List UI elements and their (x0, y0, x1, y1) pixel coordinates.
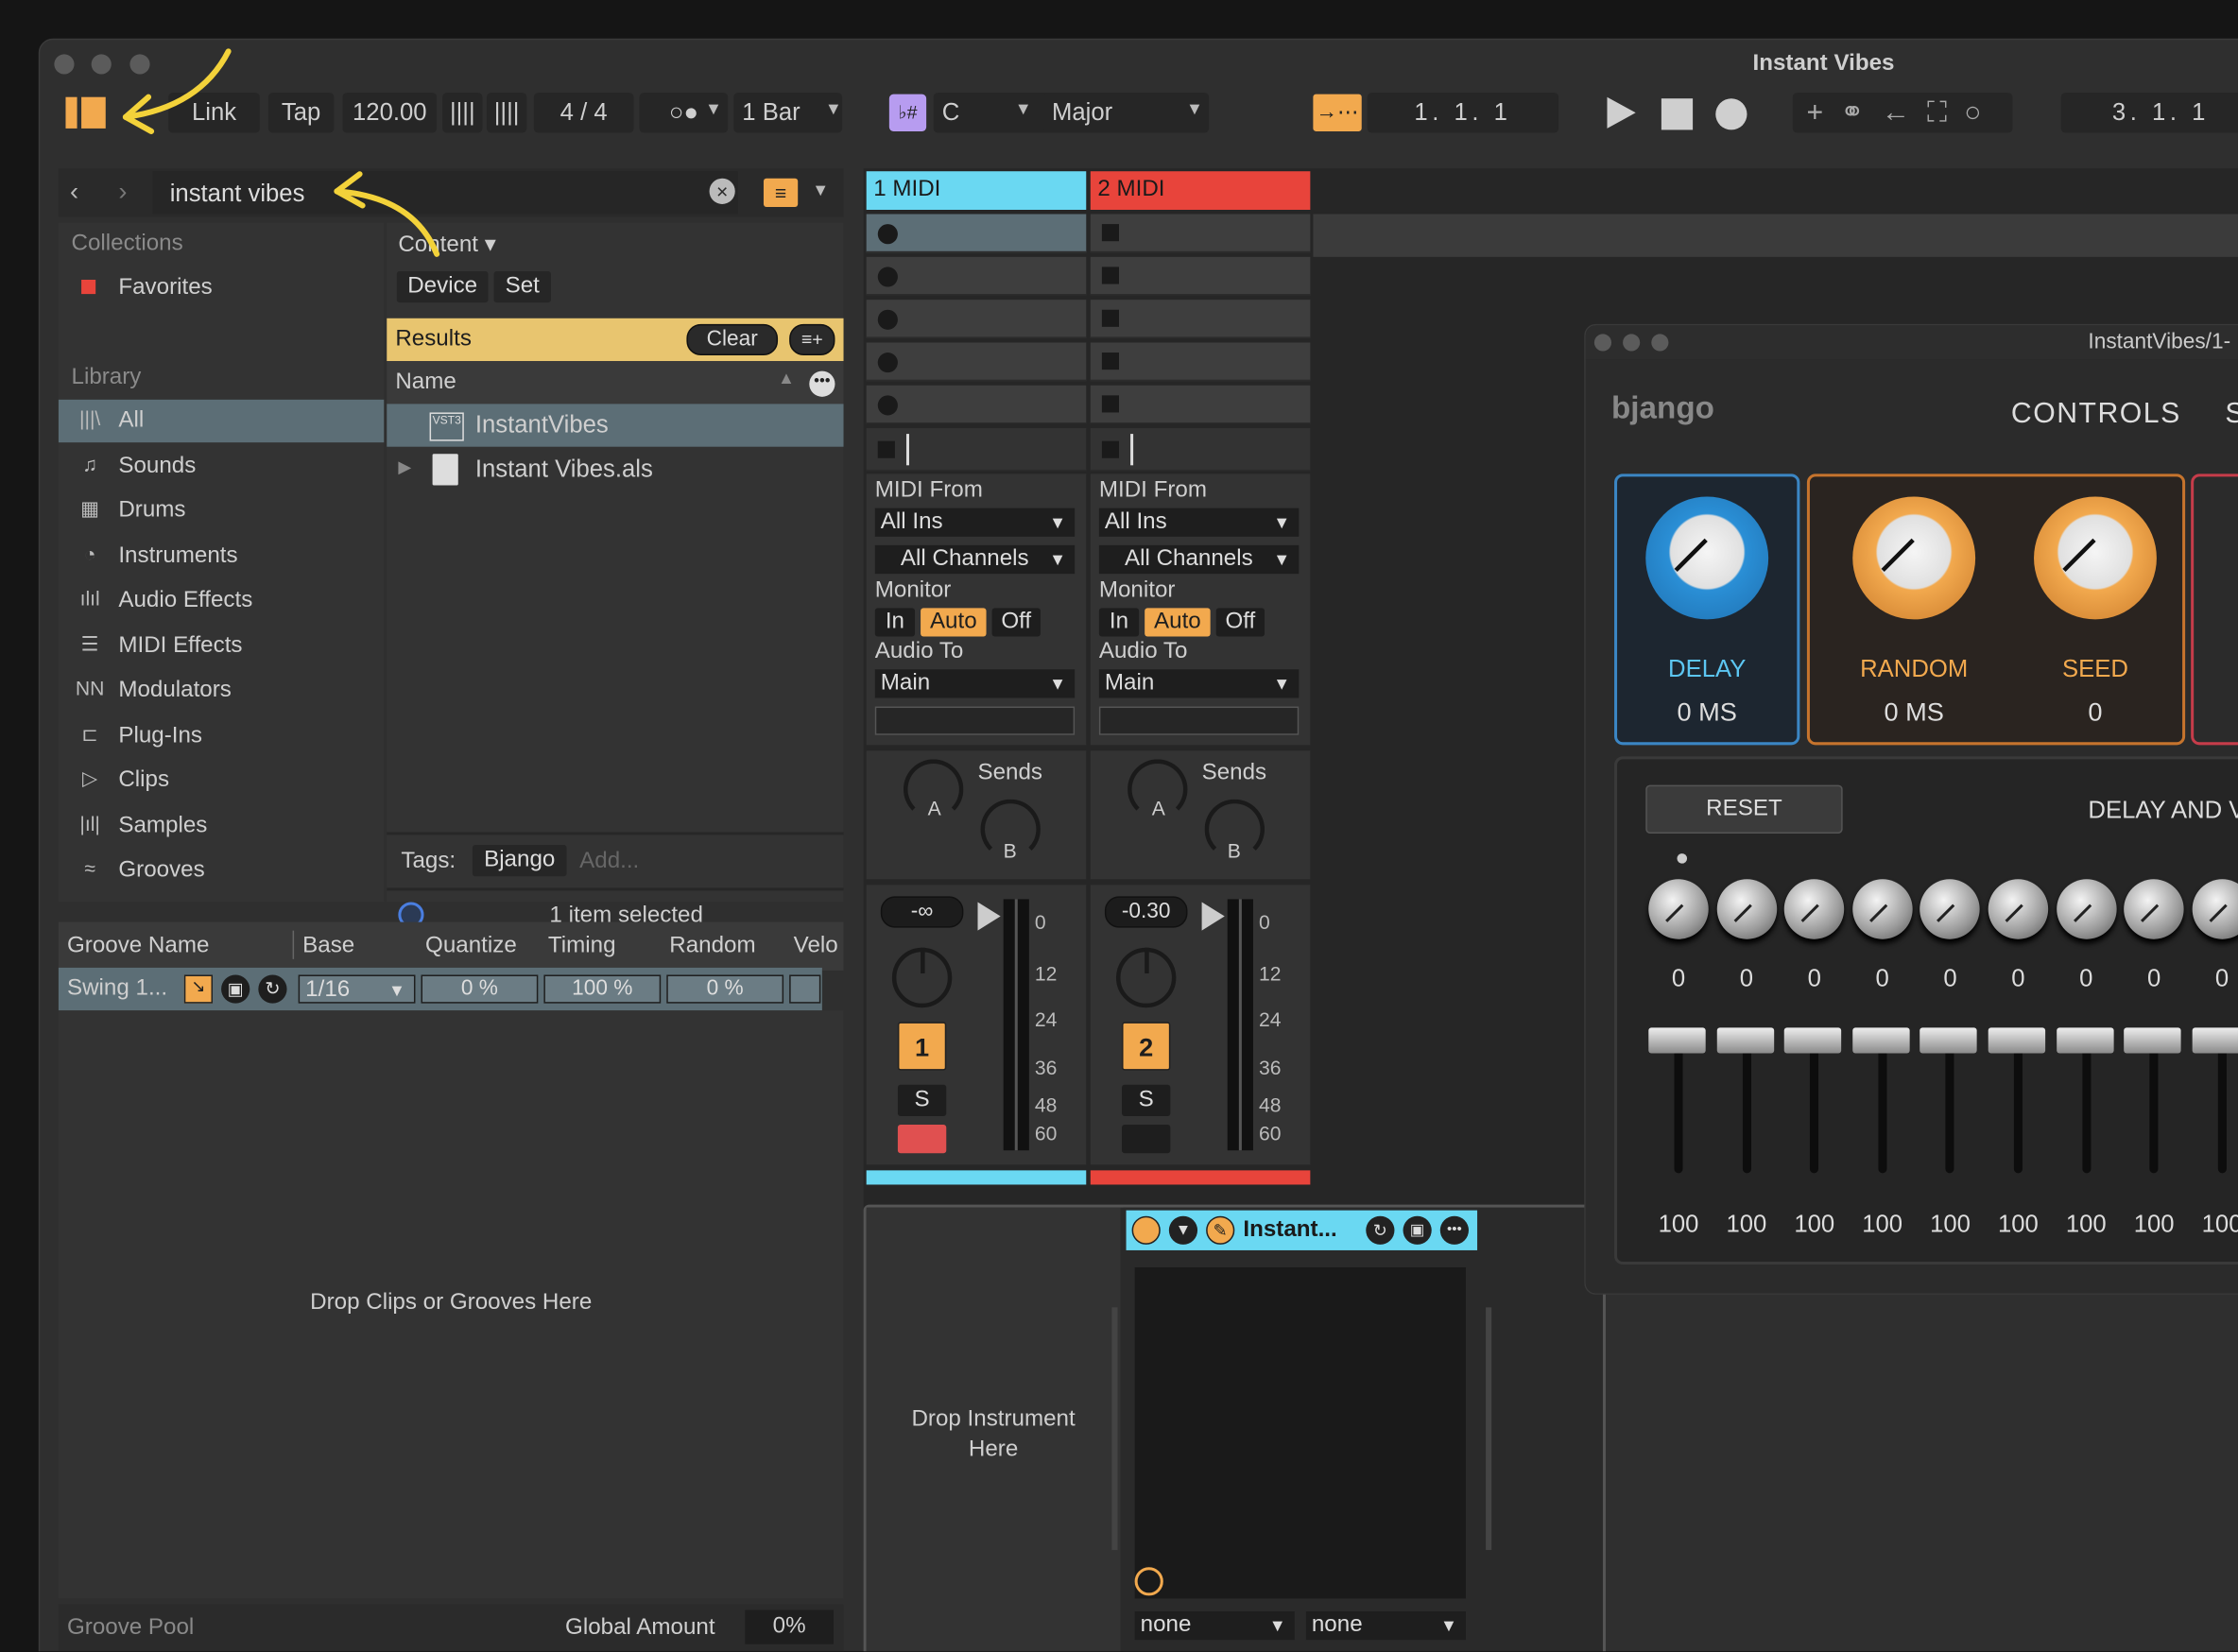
screen: Instant Vibes Link Tap 120.00 |||| |||| … (0, 0, 2238, 1652)
annotation-arrows (122, 48, 440, 257)
